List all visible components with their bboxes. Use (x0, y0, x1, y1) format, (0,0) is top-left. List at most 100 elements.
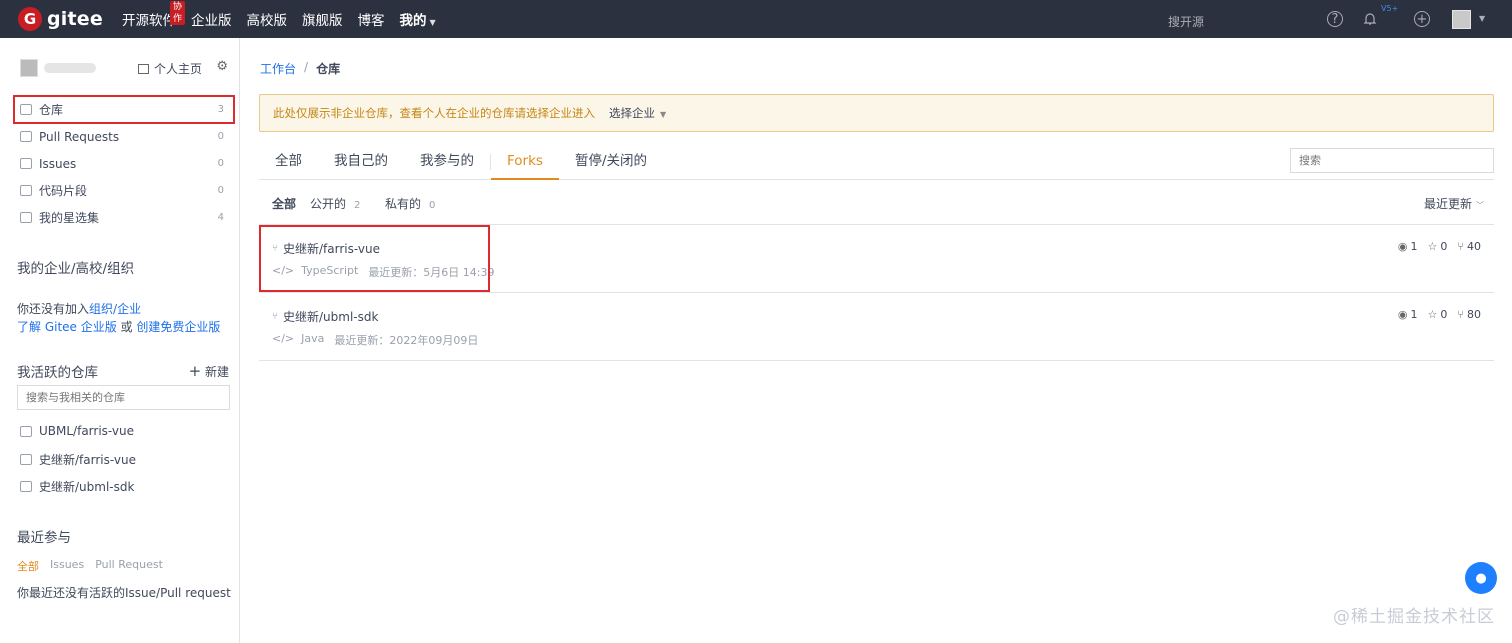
nav-enterprise[interactable]: 企业版 (191, 9, 232, 29)
breadcrumb-workbench[interactable]: 工作台 (260, 60, 296, 77)
chevron-down-icon: ▼ (429, 18, 436, 27)
watch-count[interactable]: ◉ 1 (1398, 308, 1418, 321)
repo-icon (20, 481, 32, 492)
filter-label: 公开的 (310, 197, 347, 211)
fork-value: 80 (1467, 308, 1481, 321)
enterprise-link[interactable]: 企业 (117, 302, 141, 316)
star-value: 0 (1440, 240, 1448, 253)
filter-public[interactable]: 公开的 2 (310, 195, 360, 212)
profile-icon (137, 63, 149, 74)
sidebar-item-label: Pull Requests (39, 129, 120, 144)
active-repo-item[interactable]: UBML/farris-vue (20, 424, 134, 438)
vip-badge: V5+ (1381, 4, 1399, 13)
tab-participated[interactable]: 我参与的 (404, 145, 490, 180)
bell-icon[interactable] (1362, 11, 1378, 27)
sidebar-item-label: 仓库 (39, 103, 64, 117)
active-repo-item[interactable]: 史继新/farris-vue (20, 451, 136, 468)
personal-home-link[interactable]: 个人主页 (137, 60, 202, 77)
sidebar-item-snippets[interactable]: 代码片段 0 (14, 177, 234, 204)
active-repo-name: 史继新/farris-vue (39, 453, 136, 467)
tab-all[interactable]: 全部 (259, 145, 318, 180)
active-repos-title: 我活跃的仓库 (17, 365, 98, 381)
sidebar-item-count: 3 (217, 104, 224, 115)
avatar[interactable] (20, 59, 38, 77)
sidebar-item-issues[interactable]: Issues 0 (14, 150, 234, 177)
fork-count[interactable]: ⑂ 80 (1457, 308, 1481, 321)
sidebar-item-count: 4 (217, 212, 224, 223)
sidebar-item-count: 0 (217, 158, 224, 169)
repo-row: ⑂ 史继新/ubml-sdk </> Java 最近更新：2022年09月09日… (259, 293, 1494, 361)
recent-tab-issues[interactable]: Issues (50, 558, 84, 574)
star-count[interactable]: ☆ 0 (1428, 240, 1448, 253)
gear-icon[interactable]: ⚙ (216, 59, 228, 74)
top-search[interactable]: 搜开源 (1168, 13, 1204, 30)
repo-name-link[interactable]: ⑂ 史继新/ubml-sdk (272, 308, 378, 325)
sidebar-item-star-collections[interactable]: 我的星选集 4 (14, 204, 234, 231)
brand-name: gitee (47, 8, 103, 30)
gitee-logo[interactable]: G gitee (18, 7, 110, 31)
floating-help-button[interactable]: ● (1465, 562, 1497, 594)
filter-count: 2 (354, 200, 361, 211)
learn-enterprise-link[interactable]: 了解 Gitee 企业版 (17, 320, 117, 334)
sidebar-item-label: 我的星选集 (39, 211, 100, 225)
repo-icon (20, 454, 32, 465)
create-enterprise-link[interactable]: 创建免费企业版 (136, 320, 220, 334)
repo-name: 史继新/ubml-sdk (283, 310, 379, 324)
active-repo-item[interactable]: 史继新/ubml-sdk (20, 478, 134, 495)
breadcrumb: 工作台 / 仓库 (260, 60, 340, 77)
sort-dropdown[interactable]: 最近更新 ﹀ (1424, 195, 1484, 212)
filter-count: 0 (429, 200, 436, 211)
nav-university[interactable]: 高校版 (247, 9, 288, 29)
tab-paused-closed[interactable]: 暂停/关闭的 (559, 145, 663, 180)
repo-language: Java (301, 332, 325, 345)
watch-count[interactable]: ◉ 1 (1398, 240, 1418, 253)
chevron-down-icon: ▼ (660, 110, 667, 119)
star-icon: ☆ (1427, 308, 1438, 321)
filter-private[interactable]: 私有的 0 (385, 195, 435, 212)
org-link[interactable]: 组织 (89, 302, 113, 316)
sidebar-item-pull-requests[interactable]: Pull Requests 0 (14, 123, 234, 150)
fork-value: 40 (1467, 240, 1481, 253)
sidebar-item-count: 0 (217, 185, 224, 196)
nav-opensource[interactable]: 开源软件 协作 (122, 1, 186, 29)
chevron-down-icon[interactable]: ▼ (1479, 14, 1485, 23)
repo-meta: </> Java 最近更新：2022年09月09日 (272, 332, 478, 348)
org-section-title: 我的企业/高校/组织 (17, 261, 135, 277)
gitee-logo-icon: G (18, 7, 42, 31)
fork-icon: ⑂ (1457, 308, 1464, 321)
username-blurred (44, 63, 96, 73)
pull-request-icon (20, 131, 32, 142)
fork-count[interactable]: ⑂ 40 (1457, 240, 1481, 253)
select-enterprise-dropdown[interactable]: 选择企业 ▼ (609, 105, 666, 121)
sidebar-item-repos[interactable]: 仓库 3 (13, 95, 235, 124)
nav-blog[interactable]: 博客 (358, 9, 385, 29)
repo-search-input[interactable] (1290, 148, 1494, 173)
fork-icon: ⑂ (272, 311, 278, 322)
recent-tab-pr[interactable]: Pull Request (95, 558, 163, 574)
filter-all[interactable]: 全部 (272, 195, 296, 212)
enterprise-notice: 此处仅展示非企业仓库，查看个人在企业的仓库请选择企业进入 选择企业 ▼ (259, 94, 1494, 132)
new-repo-button[interactable]: + 新建 (189, 362, 229, 380)
code-icon: </> (272, 332, 295, 345)
nav-mine[interactable]: 我的 ▼ (400, 9, 436, 29)
help-icon[interactable]: ? (1327, 11, 1343, 27)
select-enterprise-label: 选择企业 (609, 106, 655, 120)
user-avatar[interactable] (1452, 10, 1471, 29)
recent-section-title: 最近参与 (17, 530, 71, 546)
nav-flagship[interactable]: 旗舰版 (302, 9, 343, 29)
breadcrumb-current: 仓库 (316, 62, 341, 76)
user-row: 个人主页 ⚙ (20, 58, 230, 78)
tab-forks[interactable]: Forks (491, 145, 559, 180)
eye-icon: ◉ (1397, 308, 1408, 321)
sidebar-item-label: 代码片段 (39, 184, 88, 198)
nav-mine-label: 我的 (399, 13, 427, 29)
tab-mine[interactable]: 我自己的 (318, 145, 404, 180)
star-count[interactable]: ☆ 0 (1428, 308, 1448, 321)
active-repo-search-input[interactable] (17, 385, 230, 410)
active-repo-name: UBML/farris-vue (39, 424, 135, 438)
recent-tab-all[interactable]: 全部 (17, 558, 39, 574)
org-text-prefix: 你还没有加入 (17, 302, 90, 316)
plus-icon[interactable]: + (1414, 11, 1430, 27)
filter-label: 私有的 (385, 197, 422, 211)
recent-empty-text: 你最近还没有活跃的Issue/Pull request (17, 586, 231, 600)
